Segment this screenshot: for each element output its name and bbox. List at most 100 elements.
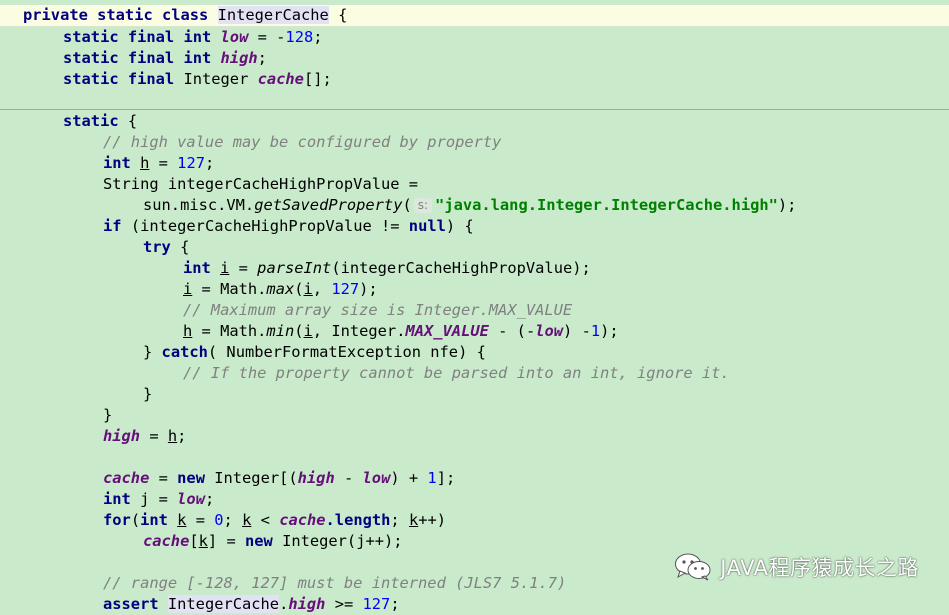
comment: // range [-128, 127] must be interned (J… (103, 574, 567, 592)
code-line[interactable]: static { (0, 111, 949, 132)
code-line[interactable]: sun.misc.VM.getSavedProperty(s: "java.lan… (0, 195, 949, 216)
code-line[interactable]: // high value may be configured by prope… (0, 132, 949, 153)
field-name: cache (279, 511, 326, 529)
code-line[interactable]: // Maximum array size is Integer.MAX_VAL… (0, 300, 949, 321)
keyword: assert (103, 595, 168, 613)
code-line[interactable]: cache = new Integer[(high - low) + 1]; (0, 468, 949, 489)
code-line[interactable]: i = Math.max(i, 127); (0, 279, 949, 300)
field-name: cache (143, 532, 190, 550)
code-text: = Math. (192, 280, 267, 298)
code-line[interactable]: static final int low = -128; (0, 27, 949, 48)
code-line[interactable]: String integerCacheHighPropValue = (0, 174, 949, 195)
wechat-icon (675, 553, 711, 581)
code-text: ; (390, 595, 400, 613)
highlighted-identifier: IntegerCache (167, 595, 280, 613)
number-literal: 1 (590, 322, 601, 340)
keyword: try (143, 238, 181, 256)
keyword: .length (325, 511, 391, 529)
code-text: ; (204, 490, 215, 508)
code-text: (integerCacheHighPropValue != (130, 217, 409, 235)
code-text: = (186, 511, 215, 529)
code-text: = (149, 154, 178, 172)
keyword: int (103, 490, 141, 508)
code-line[interactable]: static final Integer cache[]; (0, 69, 949, 90)
field-name: low (220, 28, 249, 46)
code-text: ( (130, 511, 141, 529)
number-literal: 0 (214, 511, 224, 529)
watermark-text: JAVA程序猿成长之路 (720, 556, 919, 580)
keyword: new (177, 469, 215, 487)
local-variable: k (198, 532, 208, 550)
watermark: JAVA程序猿成长之路 (674, 552, 919, 582)
code-line[interactable]: cache[k] = new Integer(j++); (0, 531, 949, 552)
code-text: ]; (436, 469, 456, 487)
code-line[interactable]: if (integerCacheHighPropValue != null) { (0, 216, 949, 237)
field-name: MAX_VALUE (405, 322, 489, 340)
code-line[interactable]: private static class IntegerCache { (0, 5, 949, 27)
keyword: for (103, 511, 131, 529)
method-call: getSavedProperty (254, 196, 403, 214)
keyword: int (183, 259, 221, 277)
code-text: String integerCacheHighPropValue = (103, 175, 419, 193)
code-text: { (180, 238, 190, 256)
code-line[interactable]: int j = low; (0, 489, 949, 510)
local-variable: i (303, 280, 313, 298)
code-line[interactable]: static final int high; (0, 48, 949, 69)
code-text: ; (177, 427, 187, 445)
code-line[interactable]: int i = parseInt(integerCacheHighPropVal… (0, 258, 949, 279)
code-line[interactable]: // If the property cannot be parsed into… (0, 363, 949, 384)
code-text: ( (402, 196, 412, 214)
method-call: max (266, 280, 295, 298)
field-name: cache (257, 70, 304, 88)
code-text: ( (294, 280, 304, 298)
code-text: - (334, 469, 363, 487)
code-text: Integer(j++); (282, 532, 403, 550)
code-text: ; (390, 511, 409, 529)
code-line[interactable]: for(int k = 0; k < cache.length; k++) (0, 510, 949, 531)
local-variable: i (183, 280, 193, 298)
field-name: low (362, 469, 391, 487)
code-text: - (- (488, 322, 536, 340)
code-text: >= (325, 595, 363, 613)
code-text: ) - (563, 322, 591, 340)
keyword: if (103, 217, 131, 235)
code-line[interactable]: int h = 127; (0, 153, 949, 174)
code-text: ; (204, 154, 215, 172)
keyword: new (244, 532, 283, 550)
local-variable: i (220, 259, 230, 277)
code-line[interactable]: try { (0, 237, 949, 258)
local-variable: k (242, 511, 252, 529)
code-text: (integerCacheHighPropValue); (331, 259, 591, 277)
number-literal: 1 (427, 469, 437, 487)
number-literal: 128 (285, 28, 314, 46)
code-text: < (251, 511, 280, 529)
code-line[interactable] (0, 447, 949, 468)
code-line[interactable]: high = h; (0, 426, 949, 447)
method-call: min (266, 322, 295, 340)
string-literal: "java.lang.Integer.IntegerCache.high" (435, 196, 778, 214)
code-text: } (143, 343, 162, 361)
code-line[interactable]: h = Math.min(i, Integer.MAX_VALUE - (-lo… (0, 321, 949, 342)
code-text: } (143, 385, 153, 403)
field-name: low (535, 322, 564, 340)
code-line[interactable]: } (0, 405, 949, 426)
local-variable: k (408, 511, 419, 529)
field-name: high (220, 49, 258, 67)
code-line[interactable]: } catch( NumberFormatException nfe) { (0, 342, 949, 363)
code-text: []; (303, 70, 332, 88)
local-variable: h (183, 322, 193, 340)
field-name: high (103, 427, 141, 445)
keyword: int (103, 154, 141, 172)
code-line[interactable]: assert IntegerCache.high >= 127; (0, 594, 949, 615)
code-text: ; (223, 511, 243, 529)
local-variable: h (167, 427, 178, 445)
code-line[interactable] (0, 90, 949, 111)
comment: // high value may be configured by prope… (103, 133, 502, 151)
code-text: = Math. (192, 322, 267, 340)
code-text: ; (313, 28, 323, 46)
local-variable: i (303, 322, 313, 340)
highlighted-identifier: IntegerCache (217, 6, 329, 24)
code-line[interactable]: } (0, 384, 949, 405)
code-editor[interactable]: private static class IntegerCache {stati… (0, 0, 949, 613)
keyword: static final int (63, 28, 221, 46)
